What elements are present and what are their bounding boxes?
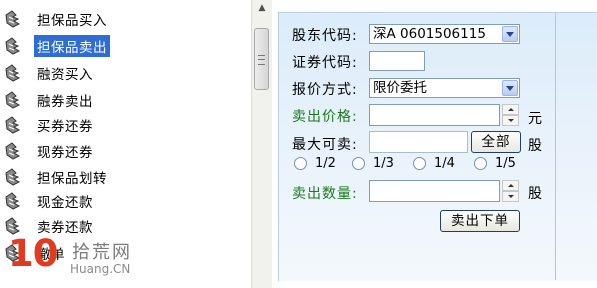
quote-method-label: 报价方式: <box>292 82 358 98</box>
security-code-input[interactable] <box>369 51 425 71</box>
tree-item-margin-buy[interactable]: 担保品买入 <box>4 8 110 30</box>
tree-item-label: 担保品卖出 <box>34 35 110 57</box>
quote-method-value: 限价委托 <box>373 80 427 96</box>
chevron-down-icon[interactable] <box>502 80 518 96</box>
quote-method-select[interactable]: 限价委托 <box>369 78 520 98</box>
sell-qty-label: 卖出数量: <box>292 186 358 202</box>
shareholder-code-label: 股东代码: <box>292 28 358 44</box>
tree-item-label: 融券卖出 <box>37 94 93 110</box>
shareholder-code-value: 深A 0601506115 <box>373 26 486 42</box>
hand-icon <box>5 142 21 160</box>
hand-icon <box>5 37 21 55</box>
tree-item-label: 融资买入 <box>37 67 93 83</box>
tree-item-label: 现券还券 <box>37 145 93 161</box>
hand-icon <box>5 10 21 28</box>
tree-item-label: 买券还券 <box>37 119 93 135</box>
sell-qty-stepper[interactable] <box>502 180 519 202</box>
increment-icon[interactable] <box>502 180 519 191</box>
radio-half[interactable]: 1/2 <box>294 156 336 171</box>
decrement-icon[interactable] <box>502 115 519 126</box>
decrement-icon[interactable] <box>502 191 519 202</box>
max-sellable-label: 最大可卖: <box>292 137 358 153</box>
chevron-down-icon[interactable] <box>502 26 518 42</box>
share-unit: 股 <box>528 138 543 154</box>
radio-circle-icon <box>474 157 487 170</box>
sell-qty-input[interactable] <box>369 180 500 202</box>
tree-item-short-sell[interactable]: 融券卖出 <box>4 89 96 111</box>
increment-icon[interactable] <box>502 104 519 115</box>
sell-price-label: 卖出价格: <box>292 109 358 125</box>
shareholder-code-select[interactable]: 深A 0601506115 <box>369 24 520 44</box>
tree-item-label: 担保品买入 <box>37 13 107 29</box>
panel-divider <box>555 12 556 280</box>
watermark-name: 拾荒网 <box>72 242 132 263</box>
scroll-thumb[interactable] <box>254 28 269 90</box>
sell-price-input[interactable] <box>369 104 500 126</box>
watermark-url: Huang.CN <box>70 262 131 276</box>
tree-item-label: 现金还款 <box>37 195 93 211</box>
radio-label: 1/2 <box>315 156 336 171</box>
tree-item-label: 担保品划转 <box>37 171 107 187</box>
radio-third[interactable]: 1/3 <box>352 156 394 171</box>
scroll-up-icon[interactable]: ▲ <box>255 2 269 14</box>
qty-unit: 股 <box>528 186 543 202</box>
price-unit: 元 <box>528 111 543 127</box>
radio-circle-icon <box>294 157 307 170</box>
tree-scrollbar[interactable]: ▲ <box>251 0 272 288</box>
submit-sell-order-button[interactable]: 卖出下单 <box>440 210 520 232</box>
radio-label: 1/4 <box>434 156 455 171</box>
all-button[interactable]: 全部 <box>471 131 521 153</box>
radio-circle-icon <box>413 157 426 170</box>
tree-item-collateral-transfer[interactable]: 担保品划转 <box>4 166 110 188</box>
sell-price-stepper[interactable] <box>502 104 519 126</box>
tree-item-cash-repay[interactable]: 现金还款 <box>4 190 96 212</box>
hand-icon <box>5 168 21 186</box>
grip-icon <box>258 55 265 65</box>
hand-icon <box>5 192 21 210</box>
radio-label: 1/3 <box>373 156 394 171</box>
hand-icon <box>5 116 21 134</box>
security-code-label: 证券代码: <box>292 55 358 71</box>
radio-fifth[interactable]: 1/5 <box>474 156 516 171</box>
tree-item-buy-return[interactable]: 买券还券 <box>4 114 96 136</box>
tree-item-margin-sell[interactable]: 担保品卖出 <box>4 35 110 57</box>
radio-quarter[interactable]: 1/4 <box>413 156 455 171</box>
hand-icon <box>5 91 21 109</box>
tree-item-financing-buy[interactable]: 融资买入 <box>4 62 96 84</box>
radio-circle-icon <box>352 157 365 170</box>
radio-label: 1/5 <box>495 156 516 171</box>
tree-item-stock-return[interactable]: 现券还券 <box>4 140 96 162</box>
max-sellable-display <box>369 131 468 153</box>
hand-icon <box>5 64 21 82</box>
watermark-number: 10 <box>8 232 58 275</box>
